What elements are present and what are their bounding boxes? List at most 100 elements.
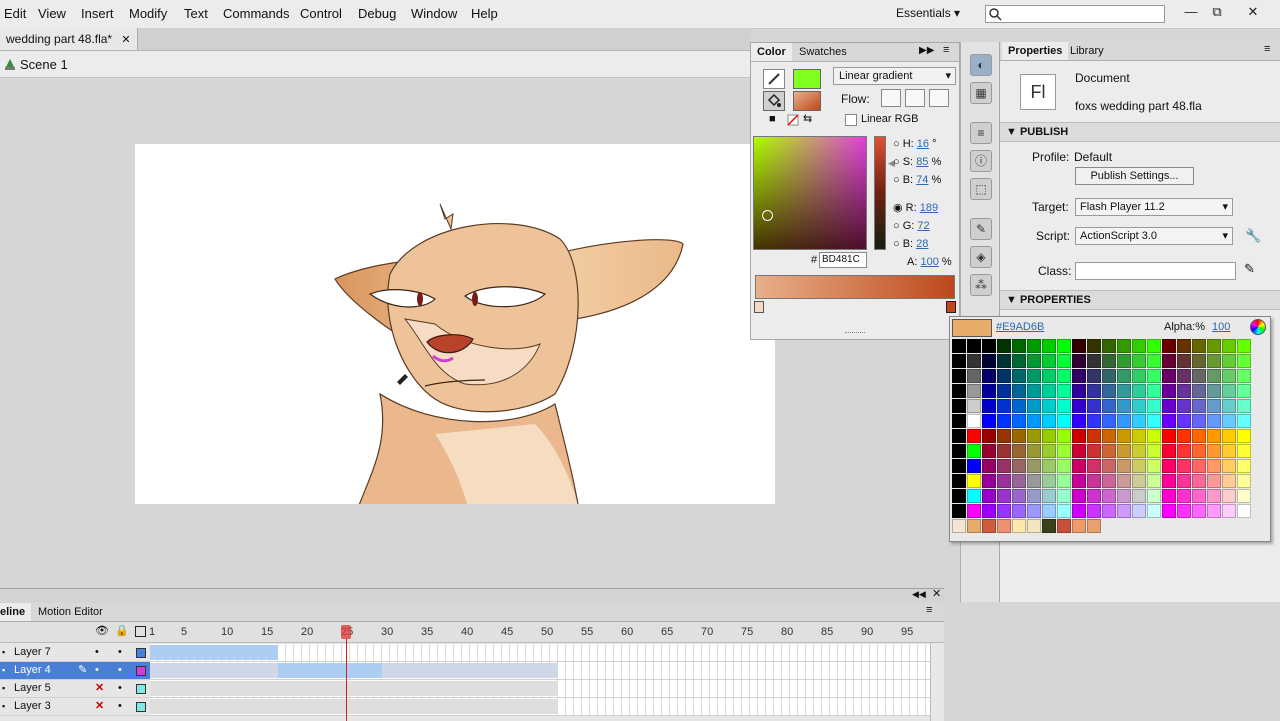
- custom-swatch-cell[interactable]: [967, 519, 981, 533]
- a-value[interactable]: 100: [920, 256, 938, 268]
- swatch-cell[interactable]: [1027, 459, 1041, 473]
- current-hex-value[interactable]: #E9AD6B: [996, 321, 1044, 333]
- target-select[interactable]: Flash Player 11.2 ▾: [1075, 198, 1233, 216]
- swatch-cell[interactable]: [982, 459, 996, 473]
- swatch-cell[interactable]: [1027, 354, 1041, 368]
- swatch-cell[interactable]: [1192, 414, 1206, 428]
- swatch-cell[interactable]: [1162, 504, 1176, 518]
- swatch-cell[interactable]: [1162, 399, 1176, 413]
- swatch-cell[interactable]: [1132, 474, 1146, 488]
- menu-debug[interactable]: Debug: [358, 6, 396, 21]
- swatch-cell[interactable]: [1117, 429, 1131, 443]
- swatch-cell[interactable]: [1192, 354, 1206, 368]
- menu-control[interactable]: Control: [300, 6, 342, 21]
- swatch-cell[interactable]: [1042, 459, 1056, 473]
- swatch-cell[interactable]: [982, 504, 996, 518]
- radio-h[interactable]: ○: [893, 138, 900, 150]
- swatch-cell[interactable]: [1012, 459, 1026, 473]
- swatch-cell[interactable]: [1117, 459, 1131, 473]
- swatch-cell[interactable]: [967, 474, 981, 488]
- swatch-cell[interactable]: [1042, 444, 1056, 458]
- black-white-icon[interactable]: ■: [769, 113, 776, 125]
- fill-type-select[interactable]: Linear gradient ▾: [833, 67, 956, 85]
- swatch-cell[interactable]: [967, 429, 981, 443]
- swatch-cell[interactable]: [1147, 339, 1161, 353]
- layer-row[interactable]: Layer 4 ▪ • • ✎: [0, 662, 150, 680]
- flow-reflect-button[interactable]: [905, 89, 925, 107]
- workspace-switcher[interactable]: Essentials ▾: [896, 6, 960, 20]
- custom-swatch-cell[interactable]: [1072, 519, 1086, 533]
- swatch-cell[interactable]: [1117, 354, 1131, 368]
- panel-resize-grip[interactable]: [845, 332, 865, 336]
- swatch-cell[interactable]: [1042, 429, 1056, 443]
- swatch-cell[interactable]: [967, 444, 981, 458]
- swatch-cell[interactable]: [1222, 444, 1236, 458]
- swatch-cell[interactable]: [1117, 474, 1131, 488]
- scene-name[interactable]: Scene 1: [20, 57, 68, 72]
- swatch-cell[interactable]: [1177, 489, 1191, 503]
- swatch-cell[interactable]: [997, 459, 1011, 473]
- swatch-cell[interactable]: [1102, 459, 1116, 473]
- swatch-cell[interactable]: [1072, 489, 1086, 503]
- swatch-cell[interactable]: [1027, 474, 1041, 488]
- swatch-cell[interactable]: [952, 489, 966, 503]
- swatch-cell[interactable]: [1117, 384, 1131, 398]
- radio-blue[interactable]: ○: [893, 238, 900, 250]
- swatch-cell[interactable]: [982, 474, 996, 488]
- swatch-cell[interactable]: [1087, 504, 1101, 518]
- swatch-cell[interactable]: [1087, 384, 1101, 398]
- layer-outline-color-icon[interactable]: [136, 684, 146, 694]
- swatch-cell[interactable]: [1237, 369, 1251, 383]
- stroke-color-swatch[interactable]: [793, 69, 821, 89]
- swatch-cell[interactable]: [1237, 384, 1251, 398]
- swatch-cell[interactable]: [952, 384, 966, 398]
- swatch-cell[interactable]: [1147, 414, 1161, 428]
- collapse-icon[interactable]: ◀◀: [912, 589, 926, 600]
- swatch-cell[interactable]: [1207, 504, 1221, 518]
- swatch-cell[interactable]: [1072, 354, 1086, 368]
- swatch-cell[interactable]: [1012, 414, 1026, 428]
- menu-commands[interactable]: Commands: [223, 6, 289, 21]
- tab-library[interactable]: Library: [1064, 42, 1110, 60]
- gradient-preview-bar[interactable]: [755, 275, 955, 299]
- swatch-cell[interactable]: [1027, 414, 1041, 428]
- swatch-cell[interactable]: [997, 444, 1011, 458]
- swatch-cell[interactable]: [1192, 369, 1206, 383]
- swatch-cell[interactable]: [1162, 354, 1176, 368]
- swatch-cell[interactable]: [1222, 459, 1236, 473]
- swatch-cell[interactable]: [1237, 444, 1251, 458]
- swatch-cell[interactable]: [967, 339, 981, 353]
- swatch-cell[interactable]: [997, 474, 1011, 488]
- gradient-stop-right[interactable]: [946, 301, 956, 313]
- swatch-cell[interactable]: [1132, 354, 1146, 368]
- components-panel-icon[interactable]: ◈: [970, 246, 992, 268]
- layer-outline-color-icon[interactable]: [136, 648, 146, 658]
- panel-menu-icon[interactable]: ≡: [1264, 43, 1270, 55]
- tab-swatches[interactable]: Swatches: [793, 43, 853, 61]
- swatch-cell[interactable]: [1192, 489, 1206, 503]
- swatch-cell[interactable]: [952, 444, 966, 458]
- swatch-cell[interactable]: [1207, 459, 1221, 473]
- swatch-cell[interactable]: [1057, 504, 1071, 518]
- swatch-cell[interactable]: [1012, 444, 1026, 458]
- close-window-button[interactable]: ✕: [1240, 2, 1266, 22]
- swatch-cell[interactable]: [1012, 429, 1026, 443]
- help-search-input[interactable]: [985, 5, 1165, 23]
- swatch-cell[interactable]: [952, 504, 966, 518]
- code-snippets-icon[interactable]: ✎: [970, 218, 992, 240]
- swatch-cell[interactable]: [1132, 339, 1146, 353]
- swatch-cell[interactable]: [1087, 354, 1101, 368]
- no-color-icon[interactable]: [787, 114, 799, 126]
- swatch-cell[interactable]: [997, 384, 1011, 398]
- swatch-cell[interactable]: [1222, 504, 1236, 518]
- swatch-cell[interactable]: [1177, 474, 1191, 488]
- swatch-cell[interactable]: [1132, 504, 1146, 518]
- menu-modify[interactable]: Modify: [129, 6, 167, 21]
- swatch-cell[interactable]: [1177, 399, 1191, 413]
- swatch-cell[interactable]: [1012, 339, 1026, 353]
- swatch-cell[interactable]: [1207, 369, 1221, 383]
- swatch-cell[interactable]: [967, 369, 981, 383]
- swatch-cell[interactable]: [1117, 504, 1131, 518]
- swatch-cell[interactable]: [997, 369, 1011, 383]
- swatch-cell[interactable]: [1102, 354, 1116, 368]
